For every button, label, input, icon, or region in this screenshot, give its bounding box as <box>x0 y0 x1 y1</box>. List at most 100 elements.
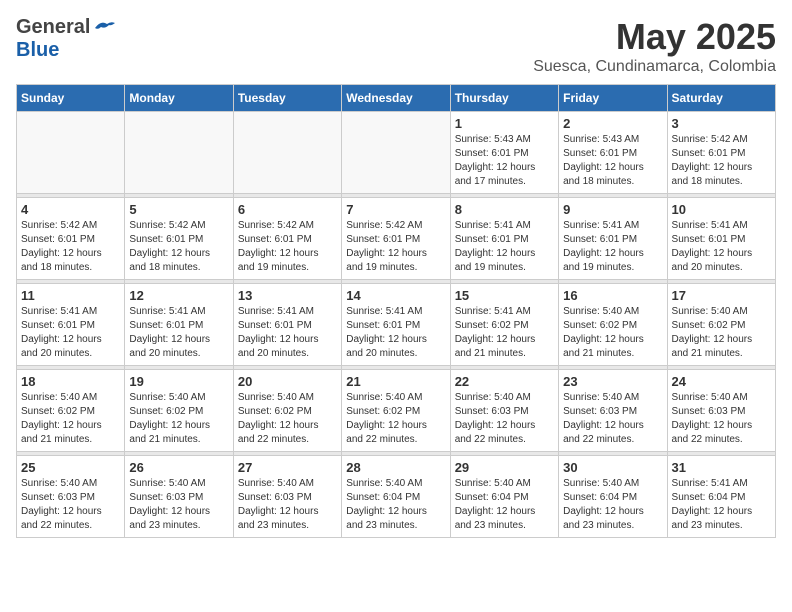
day-info: Sunrise: 5:41 AM Sunset: 6:01 PM Dayligh… <box>672 219 771 275</box>
calendar-cell: 24 Sunrise: 5:40 AM Sunset: 6:03 PM Dayli… <box>667 370 775 452</box>
weekday-header-friday: Friday <box>559 85 667 112</box>
calendar-cell: 2Sunrise: 5:43 AM Sunset: 6:01 PM Daylig… <box>559 112 667 194</box>
calendar-cell <box>233 112 341 194</box>
weekday-header-wednesday: Wednesday <box>342 85 450 112</box>
day-info: Sunrise: 5:43 AM Sunset: 6:01 PM Dayligh… <box>563 133 662 189</box>
day-info: Sunrise: 5:42 AM Sunset: 6:01 PM Dayligh… <box>129 219 228 275</box>
calendar-cell: 23 Sunrise: 5:40 AM Sunset: 6:03 PM Dayli… <box>559 370 667 452</box>
calendar-cell: 28Sunrise: 5:40 AM Sunset: 6:04 PM Dayli… <box>342 456 450 538</box>
title-area: May 2025 Suesca, Cundinamarca, Colombia <box>533 16 776 76</box>
day-number: 5 <box>129 202 228 217</box>
calendar-cell: 10Sunrise: 5:41 AM Sunset: 6:01 PM Dayli… <box>667 198 775 280</box>
day-info: Sunrise: 5:40 AM Sunset: 6:02 PM Dayligh… <box>238 391 337 447</box>
day-number: 27 <box>238 460 337 475</box>
calendar-cell: 8Sunrise: 5:41 AM Sunset: 6:01 PM Daylig… <box>450 198 558 280</box>
day-number: 20 <box>238 374 337 389</box>
day-info: Sunrise: 5:41 AM Sunset: 6:04 PM Dayligh… <box>672 477 771 533</box>
calendar-cell: 17 Sunrise: 5:40 AM Sunset: 6:02 PM Dayli… <box>667 284 775 366</box>
day-number: 11 <box>21 288 120 303</box>
day-number: 17 <box>672 288 771 303</box>
day-info: Sunrise: 5:41 AM Sunset: 6:02 PM Dayligh… <box>455 305 554 361</box>
day-info: Sunrise: 5:42 AM Sunset: 6:01 PM Dayligh… <box>238 219 337 275</box>
day-info: Sunrise: 5:41 AM Sunset: 6:01 PM Dayligh… <box>238 305 337 361</box>
day-number: 14 <box>346 288 445 303</box>
day-info: Sunrise: 5:41 AM Sunset: 6:01 PM Dayligh… <box>563 219 662 275</box>
day-number: 3 <box>672 116 771 131</box>
calendar-cell: 29Sunrise: 5:40 AM Sunset: 6:04 PM Dayli… <box>450 456 558 538</box>
week-row-5: 25 Sunrise: 5:40 AM Sunset: 6:03 PM Dayli… <box>17 456 776 538</box>
day-info: Sunrise: 5:42 AM Sunset: 6:01 PM Dayligh… <box>21 219 120 275</box>
day-info: Sunrise: 5:40 AM Sunset: 6:02 PM Dayligh… <box>563 305 662 361</box>
day-number: 25 <box>21 460 120 475</box>
weekday-header-monday: Monday <box>125 85 233 112</box>
day-info: Sunrise: 5:40 AM Sunset: 6:04 PM Dayligh… <box>563 477 662 533</box>
day-number: 24 <box>672 374 771 389</box>
day-number: 31 <box>672 460 771 475</box>
calendar-cell: 3 Sunrise: 5:42 AM Sunset: 6:01 PM Daylig… <box>667 112 775 194</box>
calendar-cell: 21 Sunrise: 5:40 AM Sunset: 6:02 PM Dayli… <box>342 370 450 452</box>
day-number: 28 <box>346 460 445 475</box>
week-row-1: 1 Sunrise: 5:43 AM Sunset: 6:01 PM Daylig… <box>17 112 776 194</box>
location: Suesca, Cundinamarca, Colombia <box>533 58 776 76</box>
day-info: Sunrise: 5:40 AM Sunset: 6:03 PM Dayligh… <box>21 477 120 533</box>
day-number: 26 <box>129 460 228 475</box>
week-row-2: 4 Sunrise: 5:42 AM Sunset: 6:01 PM Daylig… <box>17 198 776 280</box>
day-number: 19 <box>129 374 228 389</box>
day-number: 1 <box>455 116 554 131</box>
day-info: Sunrise: 5:41 AM Sunset: 6:01 PM Dayligh… <box>346 305 445 361</box>
weekday-header-thursday: Thursday <box>450 85 558 112</box>
day-info: Sunrise: 5:40 AM Sunset: 6:03 PM Dayligh… <box>563 391 662 447</box>
day-number: 22 <box>455 374 554 389</box>
day-number: 15 <box>455 288 554 303</box>
calendar-cell <box>125 112 233 194</box>
header: General Blue May 2025 Suesca, Cundinamar… <box>16 16 776 76</box>
day-info: Sunrise: 5:40 AM Sunset: 6:03 PM Dayligh… <box>672 391 771 447</box>
day-number: 21 <box>346 374 445 389</box>
calendar-cell: 31 Sunrise: 5:41 AM Sunset: 6:04 PM Dayli… <box>667 456 775 538</box>
day-info: Sunrise: 5:42 AM Sunset: 6:01 PM Dayligh… <box>672 133 771 189</box>
calendar-cell: 18 Sunrise: 5:40 AM Sunset: 6:02 PM Dayli… <box>17 370 125 452</box>
day-number: 7 <box>346 202 445 217</box>
logo-bird-icon <box>93 20 115 36</box>
day-number: 30 <box>563 460 662 475</box>
day-number: 13 <box>238 288 337 303</box>
day-info: Sunrise: 5:40 AM Sunset: 6:02 PM Dayligh… <box>672 305 771 361</box>
day-number: 6 <box>238 202 337 217</box>
calendar-cell: 22 Sunrise: 5:40 AM Sunset: 6:03 PM Dayli… <box>450 370 558 452</box>
calendar-cell: 25 Sunrise: 5:40 AM Sunset: 6:03 PM Dayli… <box>17 456 125 538</box>
day-info: Sunrise: 5:41 AM Sunset: 6:01 PM Dayligh… <box>21 305 120 361</box>
calendar-cell: 30 Sunrise: 5:40 AM Sunset: 6:04 PM Dayli… <box>559 456 667 538</box>
day-info: Sunrise: 5:40 AM Sunset: 6:02 PM Dayligh… <box>346 391 445 447</box>
weekday-header-saturday: Saturday <box>667 85 775 112</box>
calendar-cell: 7 Sunrise: 5:42 AM Sunset: 6:01 PM Daylig… <box>342 198 450 280</box>
calendar-cell: 14 Sunrise: 5:41 AM Sunset: 6:01 PM Dayli… <box>342 284 450 366</box>
calendar-cell <box>342 112 450 194</box>
day-number: 8 <box>455 202 554 217</box>
calendar-cell: 15 Sunrise: 5:41 AM Sunset: 6:02 PM Dayli… <box>450 284 558 366</box>
day-info: Sunrise: 5:42 AM Sunset: 6:01 PM Dayligh… <box>346 219 445 275</box>
day-info: Sunrise: 5:40 AM Sunset: 6:03 PM Dayligh… <box>129 477 228 533</box>
day-number: 12 <box>129 288 228 303</box>
day-info: Sunrise: 5:40 AM Sunset: 6:03 PM Dayligh… <box>455 391 554 447</box>
calendar-cell: 4 Sunrise: 5:42 AM Sunset: 6:01 PM Daylig… <box>17 198 125 280</box>
logo-blue: Blue <box>16 39 115 62</box>
calendar-cell: 1Sunrise: 5:43 AM Sunset: 6:01 PM Daylig… <box>450 112 558 194</box>
calendar-cell: 9 Sunrise: 5:41 AM Sunset: 6:01 PM Daylig… <box>559 198 667 280</box>
week-row-4: 18 Sunrise: 5:40 AM Sunset: 6:02 PM Dayli… <box>17 370 776 452</box>
calendar-cell: 6 Sunrise: 5:42 AM Sunset: 6:01 PM Daylig… <box>233 198 341 280</box>
calendar: SundayMondayTuesdayWednesdayThursdayFrid… <box>16 84 776 538</box>
day-number: 18 <box>21 374 120 389</box>
month-title: May 2025 <box>533 16 776 58</box>
day-info: Sunrise: 5:40 AM Sunset: 6:02 PM Dayligh… <box>21 391 120 447</box>
calendar-cell: 16Sunrise: 5:40 AM Sunset: 6:02 PM Dayli… <box>559 284 667 366</box>
week-row-3: 11 Sunrise: 5:41 AM Sunset: 6:01 PM Dayli… <box>17 284 776 366</box>
day-info: Sunrise: 5:40 AM Sunset: 6:02 PM Dayligh… <box>129 391 228 447</box>
calendar-cell: 26 Sunrise: 5:40 AM Sunset: 6:03 PM Dayli… <box>125 456 233 538</box>
day-number: 23 <box>563 374 662 389</box>
day-number: 4 <box>21 202 120 217</box>
logo-general: General <box>16 16 90 39</box>
calendar-cell: 11 Sunrise: 5:41 AM Sunset: 6:01 PM Dayli… <box>17 284 125 366</box>
logo: General Blue <box>16 16 115 62</box>
day-number: 9 <box>563 202 662 217</box>
weekday-header-tuesday: Tuesday <box>233 85 341 112</box>
